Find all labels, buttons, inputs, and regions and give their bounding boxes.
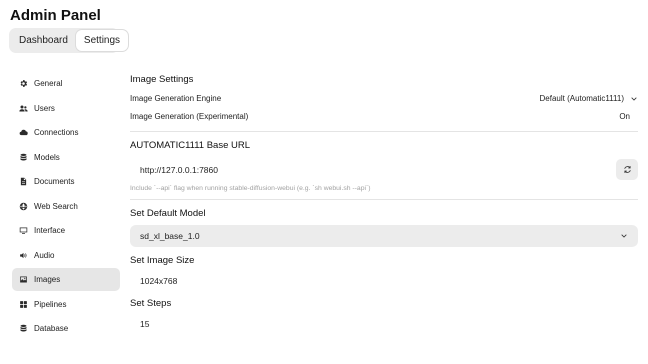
gear-icon [18, 79, 28, 89]
image-icon [18, 275, 28, 285]
globe-icon [18, 201, 28, 211]
engine-label: Image Generation Engine [130, 94, 222, 103]
experimental-toggle[interactable]: On [619, 112, 630, 121]
database-icon [18, 324, 28, 334]
section-heading-image-size: Set Image Size [130, 255, 195, 266]
engine-select[interactable]: Default (Automatic1111) [540, 94, 638, 103]
default-model-value: sd_xl_base_1.0 [140, 231, 200, 241]
page-title: Admin Panel [10, 7, 101, 24]
base-url-row: http://127.0.0.1:7860 [130, 159, 638, 180]
sidebar-item-label: Interface [34, 226, 66, 235]
tab-dashboard[interactable]: Dashboard [11, 30, 76, 51]
section-heading-base-url: AUTOMATIC1111 Base URL [130, 140, 251, 151]
sidebar-item-web-search[interactable]: Web Search [12, 195, 120, 218]
sidebar-item-label: Web Search [34, 201, 78, 211]
refresh-icon [623, 166, 631, 173]
sidebar-item-audio[interactable]: Audio [12, 244, 120, 267]
divider [130, 199, 638, 200]
image-settings-panel: Image Settings Image Generation Engine D… [130, 70, 638, 329]
refresh-button[interactable] [616, 159, 638, 180]
engine-value: Default (Automatic1111) [539, 94, 624, 103]
engine-row: Image Generation Engine Default (Automat… [130, 94, 638, 103]
divider [130, 131, 638, 132]
top-tabs: Dashboard Settings [9, 28, 129, 53]
experimental-label: Image Generation (Experimental) [130, 112, 249, 121]
pipelines-icon [18, 299, 28, 309]
tab-settings[interactable]: Settings [75, 30, 129, 51]
experimental-row: Image Generation (Experimental) On [130, 112, 638, 121]
sidebar: General Users Connections Models Documen… [12, 72, 120, 342]
image-size-input[interactable]: 1024x768 [130, 276, 638, 286]
sidebar-item-models[interactable]: Models [12, 146, 120, 169]
chevron-down-icon [631, 96, 637, 101]
section-heading-image-settings: Image Settings [130, 74, 194, 85]
sidebar-item-label: Documents [34, 177, 75, 186]
document-icon [18, 177, 28, 187]
sidebar-item-label: Pipelines [34, 299, 67, 309]
steps-input[interactable]: 15 [130, 319, 638, 329]
sidebar-item-images[interactable]: Images [12, 268, 120, 291]
sidebar-item-documents[interactable]: Documents [12, 170, 120, 193]
sidebar-item-label: Users [34, 103, 55, 113]
sidebar-item-connections[interactable]: Connections [12, 121, 120, 144]
users-icon [18, 103, 28, 113]
base-url-hint: Include `--api` flag when running stable… [130, 185, 371, 192]
sidebar-item-label: Connections [34, 128, 79, 137]
sidebar-item-label: General [34, 79, 63, 88]
default-model-select[interactable]: sd_xl_base_1.0 [130, 225, 638, 247]
sidebar-item-interface[interactable]: Interface [12, 219, 120, 242]
section-heading-default-model: Set Default Model [130, 208, 206, 219]
sidebar-item-pipelines[interactable]: Pipelines [12, 293, 120, 316]
sidebar-item-users[interactable]: Users [12, 97, 120, 120]
sidebar-item-database[interactable]: Database [12, 317, 120, 340]
speaker-icon [18, 250, 28, 260]
sidebar-item-general[interactable]: General [12, 72, 120, 95]
database-icon [18, 152, 28, 162]
sidebar-item-label: Audio [34, 250, 55, 260]
base-url-input[interactable]: http://127.0.0.1:7860 [130, 165, 616, 175]
section-heading-steps: Set Steps [130, 298, 172, 309]
sidebar-item-label: Models [34, 152, 60, 162]
monitor-icon [18, 226, 28, 236]
cloud-icon [18, 128, 28, 138]
sidebar-item-label: Database [34, 324, 69, 333]
chevron-down-icon [621, 234, 627, 238]
sidebar-item-label: Images [34, 275, 61, 284]
